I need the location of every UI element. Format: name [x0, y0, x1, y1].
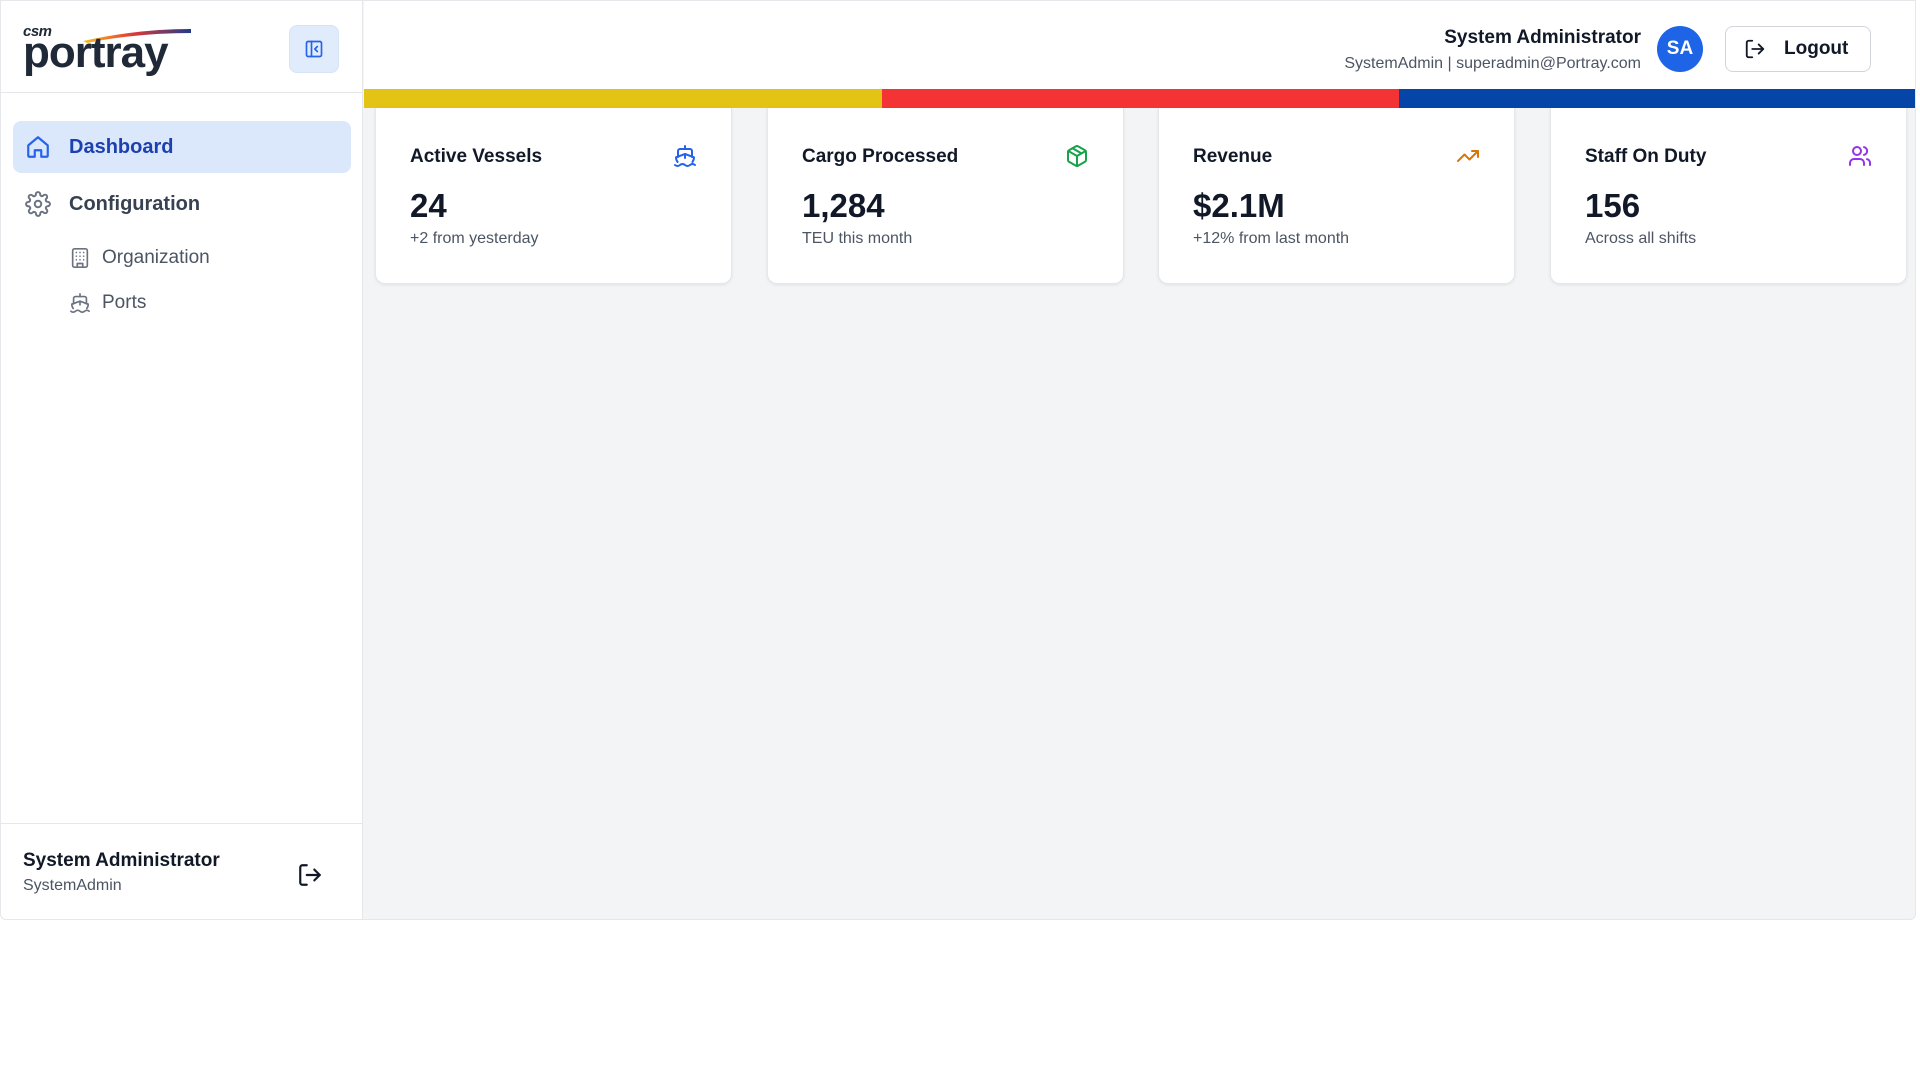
stat-card-title: Revenue: [1193, 146, 1273, 167]
panel-left-icon: [305, 40, 323, 58]
gear-icon: [25, 191, 51, 217]
stat-card-title: Staff On Duty: [1585, 146, 1707, 167]
header-user-meta: SystemAdmin | superadmin@Portray.com: [1344, 55, 1641, 72]
sidebar-subitem-label: Ports: [102, 291, 147, 313]
stat-card-title: Active Vessels: [410, 146, 543, 167]
stat-card-subtitle: TEU this month: [802, 230, 913, 247]
stat-card-subtitle: Across all shifts: [1585, 230, 1697, 247]
stripe-red: [881, 89, 1400, 108]
stripe-yellow: [364, 89, 882, 108]
trending-up-icon: [1457, 150, 1479, 162]
building-icon: [68, 246, 92, 270]
app-window: csm portray Dashboard Configuration Orga…: [0, 0, 1916, 920]
header-user-name: System Administrator: [1444, 27, 1641, 48]
logout-button-label: Logout: [1784, 38, 1849, 59]
sidebar-item-configuration[interactable]: Configuration: [13, 178, 351, 230]
sidebar-nav: Dashboard Configuration Organization Por…: [13, 121, 351, 325]
sidebar-user-footer: System Administrator SystemAdmin: [1, 823, 363, 919]
brand-color-stripe: [364, 89, 1915, 108]
brand-logo[interactable]: csm portray: [23, 23, 191, 77]
sidebar-item-label: Dashboard: [69, 135, 174, 158]
stat-card-active-vessels: Active Vessels 24 +2 from yesterday: [375, 108, 732, 284]
stat-cards: Active Vessels 24 +2 from yesterday Carg…: [375, 108, 1907, 284]
package-icon: [1067, 145, 1087, 167]
stat-card-subtitle: +12% from last month: [1193, 230, 1350, 247]
stat-card-revenue: Revenue $2.1M +12% from last month: [1158, 108, 1515, 284]
sidebar-subitem-ports[interactable]: Ports: [13, 280, 351, 325]
avatar[interactable]: SA: [1657, 26, 1703, 72]
stat-card-value: $2.1M: [1193, 187, 1285, 224]
users-icon: [1849, 146, 1872, 166]
footer-user-name: System Administrator: [23, 850, 220, 871]
stat-card-staff-on-duty: Staff On Duty 156 Across all shifts: [1550, 108, 1907, 284]
logout-icon: [1745, 39, 1765, 59]
logout-button[interactable]: Logout: [1725, 26, 1871, 72]
ship-icon: [674, 145, 696, 167]
sidebar-subitem-organization[interactable]: Organization: [13, 235, 351, 280]
logo-bar: csm portray: [1, 1, 363, 93]
sidebar-item-label: Configuration: [69, 192, 201, 215]
footer-user-role: SystemAdmin: [23, 877, 122, 894]
stat-card-cargo-processed: Cargo Processed 1,284 TEU this month: [767, 108, 1124, 284]
stat-card-value: 156: [1585, 187, 1641, 224]
stripe-blue: [1399, 89, 1915, 108]
collapse-sidebar-button[interactable]: [289, 25, 339, 73]
brand-name: portray: [23, 28, 169, 77]
ship-icon: [68, 291, 92, 315]
top-header: System Administrator SystemAdmin | super…: [364, 1, 1915, 89]
stat-card-title: Cargo Processed: [802, 146, 959, 167]
sidebar: csm portray Dashboard Configuration Orga…: [1, 1, 363, 919]
sidebar-subitem-label: Organization: [102, 246, 210, 268]
stat-card-value: 24: [410, 187, 447, 224]
home-icon: [25, 134, 51, 160]
sidebar-item-dashboard[interactable]: Dashboard: [13, 121, 351, 173]
stat-card-subtitle: +2 from yesterday: [410, 230, 539, 247]
stat-card-value: 1,284: [802, 187, 885, 224]
sidebar-logout-icon[interactable]: [297, 862, 323, 888]
